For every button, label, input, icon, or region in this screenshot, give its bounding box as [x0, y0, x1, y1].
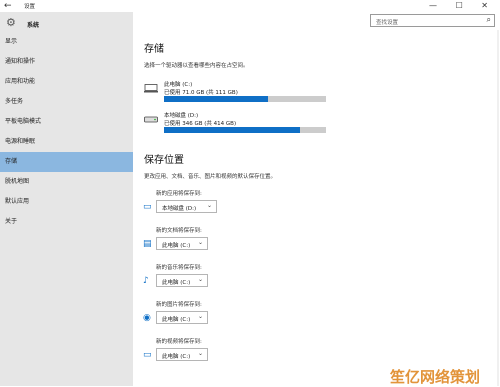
save-locations-description: 更改应用、文档、音乐、图片和视频的默认保存位置。: [144, 174, 277, 180]
drive-name: 此电脑 (C:): [164, 82, 193, 88]
usage-bar-fill: [164, 96, 268, 102]
picture-icon: ◉: [143, 313, 151, 323]
drive-c[interactable]: 此电脑 (C:) 已使用 71.0 GB (共 111 GB): [144, 80, 334, 106]
music-icon: ♪: [143, 276, 149, 286]
usage-bar-fill: [164, 127, 301, 133]
drive-usage: 已使用 346 GB (共 414 GB): [164, 121, 237, 127]
video-icon: ▭: [143, 350, 152, 360]
search-icon[interactable]: ⌕: [487, 15, 491, 25]
dropdown-value: 本地磁盘 (D:): [162, 206, 197, 212]
save-locations-title: 保存位置: [144, 155, 184, 166]
chevron-down-icon: ⌄: [197, 276, 203, 283]
sidebar-home-label: 系统: [27, 22, 40, 29]
search-placeholder: 查找设置: [376, 20, 399, 26]
sidebar-item-display[interactable]: 显示: [0, 32, 133, 52]
monitor-icon: ▭: [143, 202, 152, 212]
sidebar-item-notifications[interactable]: 通知和操作: [0, 52, 133, 72]
save-location-label-music: 新的音乐将保存到:: [156, 265, 202, 271]
chevron-down-icon: ⌄: [197, 313, 203, 320]
storage-description: 选择一个驱动器以查看哪些内容在占空间。: [144, 63, 249, 69]
sidebar-item-default-apps[interactable]: 默认应用: [0, 192, 133, 212]
chevron-down-icon: ⌄: [197, 350, 203, 357]
music-location-dropdown[interactable]: 此电脑 (C:) ⌄: [156, 274, 208, 287]
dropdown-value: 此电脑 (C:): [162, 354, 191, 360]
computer-icon: [144, 84, 158, 93]
chevron-down-icon: ⌄: [206, 202, 212, 209]
videos-location-dropdown[interactable]: 此电脑 (C:) ⌄: [156, 348, 208, 361]
drive-usage: 已使用 71.0 GB (共 111 GB): [164, 90, 238, 96]
dropdown-value: 此电脑 (C:): [162, 243, 191, 249]
sidebar-item-offline-maps[interactable]: 脱机地图: [0, 172, 133, 192]
save-location-label-pictures: 新的图片将保存到:: [156, 302, 202, 308]
title-bar: ← 设置 — ☐ ✕: [0, 0, 500, 12]
chevron-down-icon: ⌄: [197, 239, 203, 246]
sidebar: ⚙ 系统 显示 通知和操作 应用和功能 多任务 平板电脑模式 电源和睡眠 存储 …: [0, 12, 133, 386]
window-controls[interactable]: — ☐ ✕: [429, 1, 496, 10]
dropdown-value: 此电脑 (C:): [162, 317, 191, 323]
sidebar-item-tablet-mode[interactable]: 平板电脑模式: [0, 112, 133, 132]
pictures-location-dropdown[interactable]: 此电脑 (C:) ⌄: [156, 311, 208, 324]
search-input[interactable]: 查找设置 ⌕: [370, 14, 495, 27]
usage-bar: [164, 127, 326, 133]
drive-name: 本地磁盘 (D:): [164, 113, 199, 119]
drive-d[interactable]: 本地磁盘 (D:) 已使用 346 GB (共 414 GB): [144, 111, 334, 137]
storage-title: 存储: [144, 44, 164, 55]
document-icon: ▤: [143, 239, 152, 249]
gear-icon: ⚙: [6, 16, 16, 29]
sidebar-item-about[interactable]: 关于: [0, 212, 133, 232]
back-arrow-icon[interactable]: ←: [4, 1, 12, 11]
watermark: 笙亿网络策划: [390, 368, 481, 386]
window-title: 设置: [24, 4, 36, 10]
scrollbar[interactable]: [497, 30, 499, 386]
apps-location-dropdown[interactable]: 本地磁盘 (D:) ⌄: [156, 200, 217, 213]
sidebar-item-power-sleep[interactable]: 电源和睡眠: [0, 132, 133, 152]
sidebar-item-storage[interactable]: 存储: [0, 152, 133, 172]
dropdown-value: 此电脑 (C:): [162, 280, 191, 286]
documents-location-dropdown[interactable]: 此电脑 (C:) ⌄: [156, 237, 208, 250]
save-location-label-videos: 新的视频将保存到:: [156, 339, 202, 345]
save-location-label-apps: 新的应用将保存到:: [156, 191, 202, 197]
save-location-label-documents: 新的文档将保存到:: [156, 228, 202, 234]
sidebar-item-multitasking[interactable]: 多任务: [0, 92, 133, 112]
sidebar-item-apps[interactable]: 应用和功能: [0, 72, 133, 92]
usage-bar: [164, 96, 326, 102]
hard-drive-icon: [144, 116, 158, 123]
